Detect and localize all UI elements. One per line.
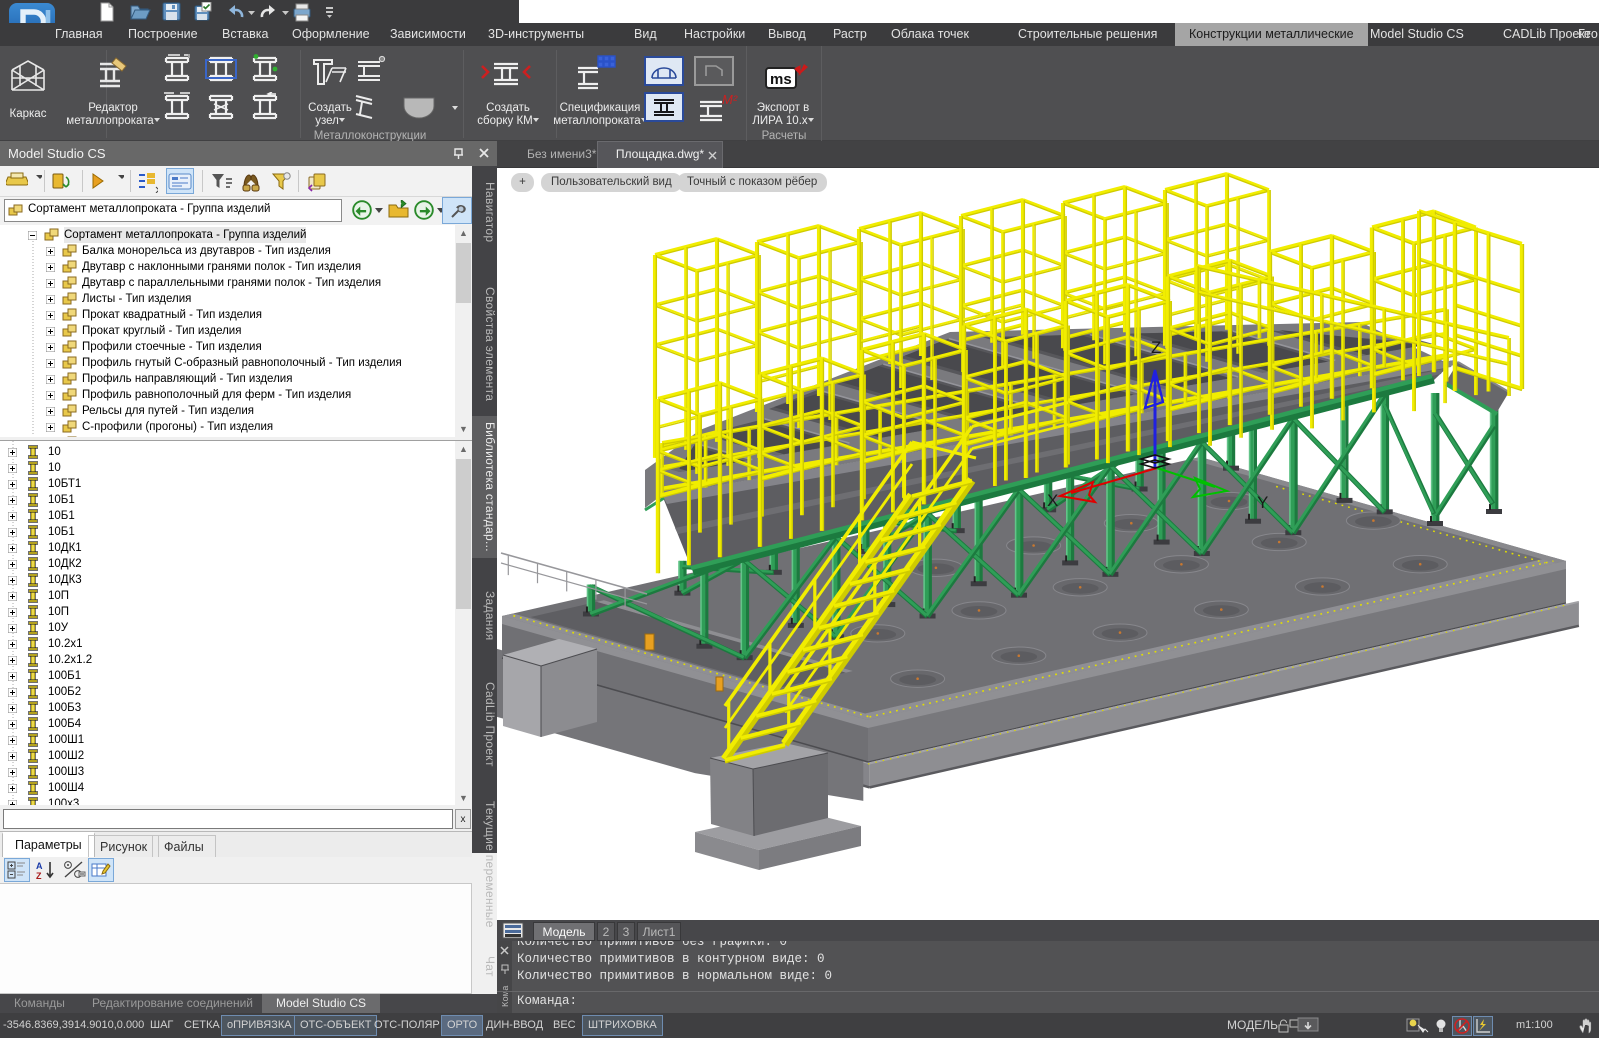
svg-text:Y: Y xyxy=(1257,493,1268,512)
svg-text:A: A xyxy=(36,861,43,871)
svg-text:Z: Z xyxy=(36,871,42,880)
svg-text:X: X xyxy=(1047,491,1058,510)
svg-text:Z: Z xyxy=(1151,338,1161,357)
svg-text:Кома: Кома xyxy=(501,985,511,1007)
svg-text:ms: ms xyxy=(770,71,792,88)
